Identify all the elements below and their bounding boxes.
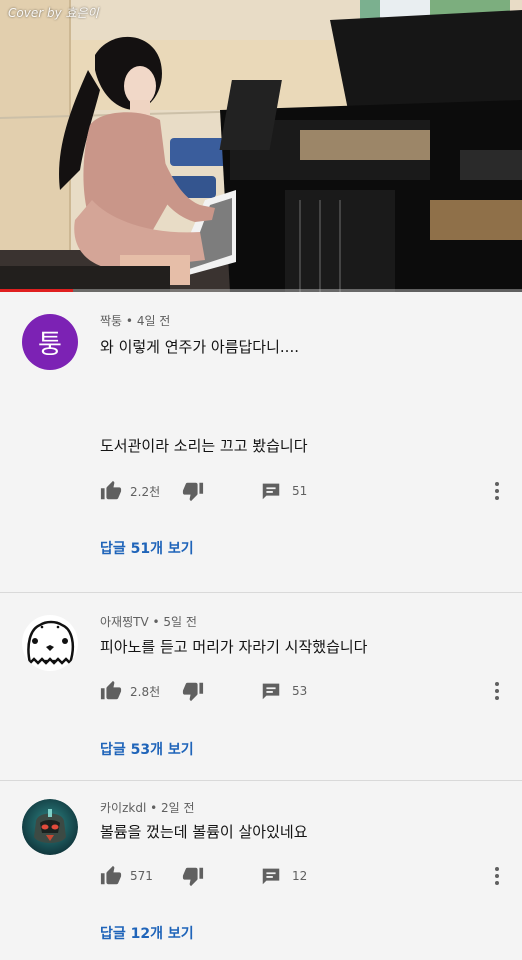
avatar-letter: 퉁	[38, 329, 62, 360]
view-replies-link[interactable]: 답글 51개 보기	[100, 538, 194, 558]
comment-item: 퉁 짝퉁 • 4일 전 와 이렇게 연주가 아름답다니.... 도서관이라 소리…	[0, 292, 522, 592]
comment-meta: 짝퉁 • 4일 전	[100, 312, 170, 329]
comment-text-line: 피아노를 듣고 머리가 자라기 시작했습니다	[100, 638, 368, 656]
robot-helmet-icon	[22, 799, 78, 855]
thumbs-up-icon[interactable]	[100, 865, 122, 887]
comment-time: 4일 전	[136, 314, 171, 328]
thumbs-up-icon[interactable]	[100, 480, 122, 502]
comment-time: 2일 전	[161, 801, 195, 815]
video-frame-image	[0, 0, 522, 292]
reply-count: 51	[292, 484, 308, 498]
like-count: 2.8천	[130, 684, 161, 699]
avatar[interactable]: 퉁	[22, 314, 78, 370]
like-count: 571	[130, 869, 153, 883]
comment-meta: 아재찡TV • 5일 전	[100, 613, 197, 630]
thumbs-down-icon[interactable]	[182, 865, 204, 887]
comment-time: 5일 전	[163, 615, 197, 629]
comment-actions: 2.8천 53	[100, 679, 307, 703]
video-player[interactable]: Cover by 효은이	[0, 0, 522, 292]
avatar[interactable]	[22, 799, 78, 855]
comment-item: 카이zkdl • 2일 전 볼륨을 껐는데 볼륨이 살아있네요 571 12 답…	[0, 780, 522, 960]
comment-actions: 2.2천 51	[100, 479, 307, 503]
reply-icon[interactable]	[260, 680, 282, 702]
comment-text-line: 도서관이라 소리는 끄고 봤습니다	[100, 437, 308, 455]
more-options-icon[interactable]	[490, 865, 504, 887]
reply-count: 53	[292, 684, 308, 698]
comment-actions: 571 12	[100, 864, 307, 888]
view-replies-link[interactable]: 답글 12개 보기	[100, 923, 194, 943]
reply-icon[interactable]	[260, 480, 282, 502]
comment-meta: 카이zkdl • 2일 전	[100, 799, 195, 816]
reply-icon[interactable]	[260, 865, 282, 887]
meta-separator: •	[122, 314, 137, 328]
comment-text-line: 볼륨을 껐는데 볼륨이 살아있네요	[100, 823, 308, 841]
meta-separator: •	[146, 801, 161, 815]
view-replies-link[interactable]: 답글 53개 보기	[100, 739, 194, 759]
video-watermark: Cover by 효은이	[8, 6, 99, 20]
reply-count: 12	[292, 869, 308, 883]
comment-author[interactable]: 카이zkdl	[100, 801, 146, 815]
ghost-face-icon	[27, 620, 74, 666]
like-count: 2.2천	[130, 484, 161, 499]
comment-item: 아재찡TV • 5일 전 피아노를 듣고 머리가 자라기 시작했습니다 2.8천…	[0, 592, 522, 780]
more-options-icon[interactable]	[490, 680, 504, 702]
meta-separator: •	[148, 615, 164, 629]
thumbs-down-icon[interactable]	[182, 680, 204, 702]
avatar[interactable]	[22, 615, 78, 671]
comment-author[interactable]: 아재찡TV	[100, 615, 149, 629]
comment-text-line: 와 이렇게 연주가 아름답다니....	[100, 338, 299, 356]
thumbs-down-icon[interactable]	[182, 480, 204, 502]
more-options-icon[interactable]	[490, 480, 504, 502]
thumbs-up-icon[interactable]	[100, 680, 122, 702]
comment-author[interactable]: 짝퉁	[100, 314, 122, 328]
